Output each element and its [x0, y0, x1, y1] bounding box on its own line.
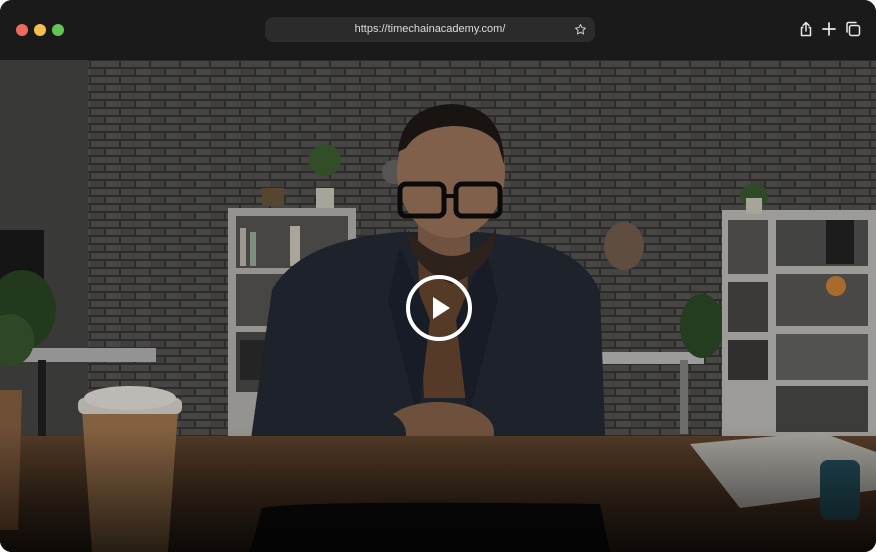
new-tab-icon[interactable] — [821, 21, 837, 37]
tab-overview-icon[interactable] — [845, 21, 861, 37]
share-icon[interactable] — [798, 21, 814, 37]
video-player[interactable] — [0, 60, 876, 552]
browser-titlebar: https://timechainacademy.com/ — [0, 0, 876, 60]
url-text: https://timechainacademy.com/ — [354, 23, 506, 35]
close-button[interactable] — [16, 24, 28, 36]
minimize-button[interactable] — [34, 24, 46, 36]
play-icon — [433, 297, 450, 319]
play-button[interactable] — [406, 275, 472, 341]
zoom-button[interactable] — [52, 24, 64, 36]
bookmark-star-icon[interactable] — [574, 23, 587, 36]
browser-window: https://timechainacademy.com/ — [0, 0, 876, 552]
address-bar[interactable]: https://timechainacademy.com/ — [265, 17, 595, 42]
